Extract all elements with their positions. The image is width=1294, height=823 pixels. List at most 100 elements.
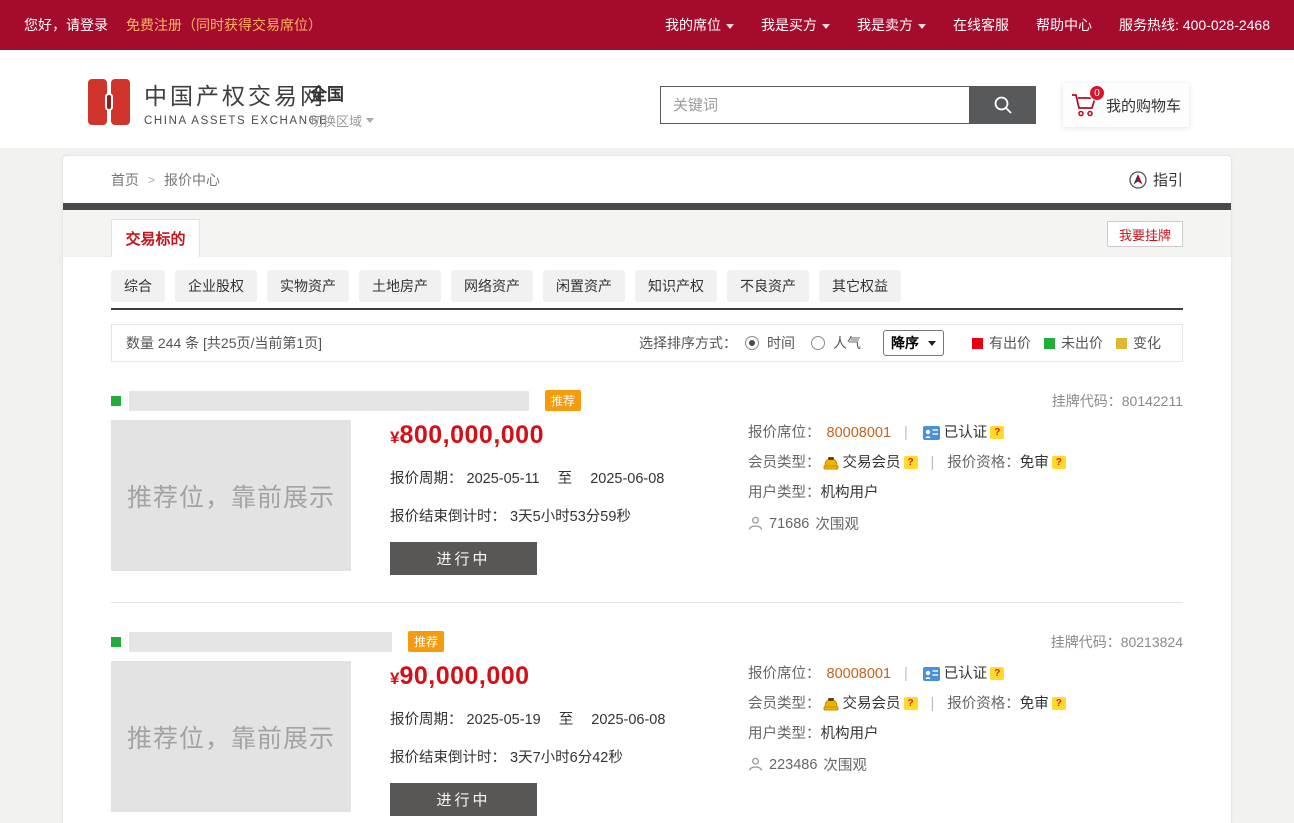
countdown-value: 3天5小时53分59秒 (510, 509, 631, 525)
legend-has-bid-swatch (972, 338, 983, 349)
divider-bar (63, 203, 1231, 210)
countdown-label: 报价结束倒计时： (390, 509, 506, 525)
cart-button[interactable]: 0 我的购物车 (1063, 83, 1189, 127)
listing-countdown: 报价结束倒计时： 3天5小时53分59秒 (390, 505, 748, 526)
question-tag-icon[interactable] (990, 667, 1004, 680)
certified-label: 已认证 (944, 423, 988, 443)
listing-code: 挂牌代码：80142211 (1052, 391, 1183, 411)
listing-thumbnail[interactable]: 推荐位，靠前展示 (111, 420, 351, 571)
sort-time-label[interactable]: 时间 (767, 333, 795, 353)
tab-trading-targets[interactable]: 交易标的 (111, 219, 200, 257)
sort-popularity-radio[interactable] (811, 336, 825, 350)
seller-menu[interactable]: 我是卖方 (857, 15, 926, 35)
member-row: 会员类型： 交易会员 | 报价资格： 免审 (748, 694, 1066, 714)
login-link[interactable]: 您好，请登录 (24, 15, 108, 35)
user-type-value: 机构用户 (821, 483, 879, 503)
category-all[interactable]: 综合 (111, 270, 165, 302)
listing-price: ¥800,000,000 (390, 421, 748, 450)
legend-no-bid-swatch (1044, 338, 1055, 349)
category-network-assets[interactable]: 网络资产 (451, 270, 533, 302)
listing-header: 推荐 挂牌代码：80213824 (111, 631, 1183, 652)
countdown-label: 报价结束倒计时： (390, 750, 506, 766)
legend-changed-label: 变化 (1133, 333, 1161, 353)
category-tabs: 综合 企业股权 实物资产 土地房产 网络资产 闲置资产 知识产权 不良资产 其它… (63, 257, 1231, 308)
seller-label: 我是卖方 (857, 15, 913, 35)
listing-title-placeholder[interactable] (129, 391, 529, 411)
listing-price: ¥90,000,000 (390, 662, 748, 691)
legend: 有出价 未出价 变化 (972, 333, 1168, 353)
sort-popularity-label[interactable]: 人气 (833, 333, 861, 353)
question-tag-icon[interactable] (990, 426, 1004, 439)
category-equity[interactable]: 企业股权 (175, 270, 257, 302)
listing-main-info: ¥90,000,000 报价周期： 2025-05-19 至 2025-06-0… (390, 661, 748, 816)
hotline-label: 服务热线: 400-028-2468 (1119, 15, 1270, 35)
certificate-icon (923, 667, 940, 681)
category-idle-assets[interactable]: 闲置资产 (543, 270, 625, 302)
order-select[interactable]: 降序 (883, 330, 944, 356)
seat-row: 报价席位： 80008001 | 已认证 (748, 664, 1066, 684)
site-logo[interactable]: 中国产权交易网 CHINA ASSETS EXCHANGE (88, 77, 328, 127)
listing-meta: 报价席位： 80008001 | 已认证 会员类型： 交易会员 (748, 420, 1066, 575)
status-button[interactable]: 进行中 (390, 783, 537, 816)
listing-meta: 报价席位： 80008001 | 已认证 会员类型： 交易会员 (748, 661, 1066, 816)
logo-icon (88, 79, 130, 125)
period-label: 报价周期： (390, 712, 463, 728)
pipe-separator: | (904, 423, 908, 443)
listing-code-label: 挂牌代码： (1052, 393, 1122, 409)
search-input[interactable] (660, 86, 969, 124)
region-switch[interactable]: 切换区域 (310, 111, 374, 130)
guide-link[interactable]: 指引 (1129, 169, 1183, 190)
member-type: 交易会员 (843, 694, 901, 714)
logo-subtitle: CHINA ASSETS EXCHANGE (144, 115, 328, 127)
cart-icon: 0 (1071, 92, 1099, 118)
qualification-value: 免审 (1020, 453, 1049, 473)
status-button[interactable]: 进行中 (390, 542, 537, 575)
category-non-performing-assets[interactable]: 不良资产 (727, 270, 809, 302)
result-toolbar: 数量 244 条 [共25页/当前第1页] 选择排序方式： 时间 人气 降序 有… (111, 324, 1183, 362)
register-link[interactable]: 免费注册（同时获得交易席位） (126, 15, 322, 35)
pipe-separator: | (904, 664, 908, 684)
category-intellectual-property[interactable]: 知识产权 (635, 270, 717, 302)
category-physical-assets[interactable]: 实物资产 (267, 270, 349, 302)
seat-label: 报价席位： (748, 423, 821, 443)
user-type-value: 机构用户 (821, 724, 879, 744)
legend-changed-swatch (1116, 338, 1127, 349)
seat-number[interactable]: 80008001 (827, 423, 892, 443)
sort-controls: 选择排序方式： 时间 人气 降序 有出价 未出价 变化 (639, 330, 1168, 356)
listing-thumbnail[interactable]: 推荐位，靠前展示 (111, 661, 351, 812)
logo-text: 中国产权交易网 CHINA ASSETS EXCHANGE (144, 77, 328, 127)
member-label: 会员类型： (748, 694, 821, 714)
my-seat-menu[interactable]: 我的席位 (665, 15, 734, 35)
qualification-label: 报价资格： (947, 694, 1020, 714)
logo-title: 中国产权交易网 (144, 77, 328, 111)
list-asset-button[interactable]: 我要挂牌 (1107, 221, 1183, 247)
category-land-property[interactable]: 土地房产 (359, 270, 441, 302)
pipe-separator: | (931, 453, 935, 473)
period-to: 至 (559, 712, 574, 728)
pipe-separator: | (931, 694, 935, 714)
views-row: 71686 次围观 (748, 513, 1066, 534)
breadcrumb-separator: > (148, 173, 155, 187)
listing-body: 推荐位，靠前展示 ¥800,000,000 报价周期： 2025-05-11 至… (111, 420, 1183, 575)
main-panel: 首页 > 报价中心 指引 交易标的 我要挂牌 综合 企业股权 实物资产 土地房产… (62, 155, 1232, 823)
search-button[interactable] (969, 86, 1036, 124)
help-center-link[interactable]: 帮助中心 (1036, 15, 1092, 35)
recommend-badge: 推荐 (545, 390, 581, 411)
category-other-rights[interactable]: 其它权益 (819, 270, 901, 302)
question-tag-icon[interactable] (904, 697, 918, 710)
question-tag-icon[interactable] (1052, 456, 1066, 469)
sort-label: 选择排序方式： (639, 333, 737, 353)
sort-time-radio[interactable] (745, 336, 759, 350)
views-count: 223486 (769, 757, 817, 773)
user-type-label: 用户类型： (748, 724, 821, 744)
my-seat-label: 我的席位 (665, 15, 721, 35)
online-service-link[interactable]: 在线客服 (953, 15, 1009, 35)
question-tag-icon[interactable] (904, 456, 918, 469)
breadcrumb-home[interactable]: 首页 (111, 170, 139, 190)
buyer-menu[interactable]: 我是买方 (761, 15, 830, 35)
seat-number[interactable]: 80008001 (827, 664, 892, 684)
listing-title-placeholder[interactable] (129, 632, 392, 652)
question-tag-icon[interactable] (1052, 697, 1066, 710)
gold-member-icon (823, 456, 839, 470)
buyer-label: 我是买方 (761, 15, 817, 35)
